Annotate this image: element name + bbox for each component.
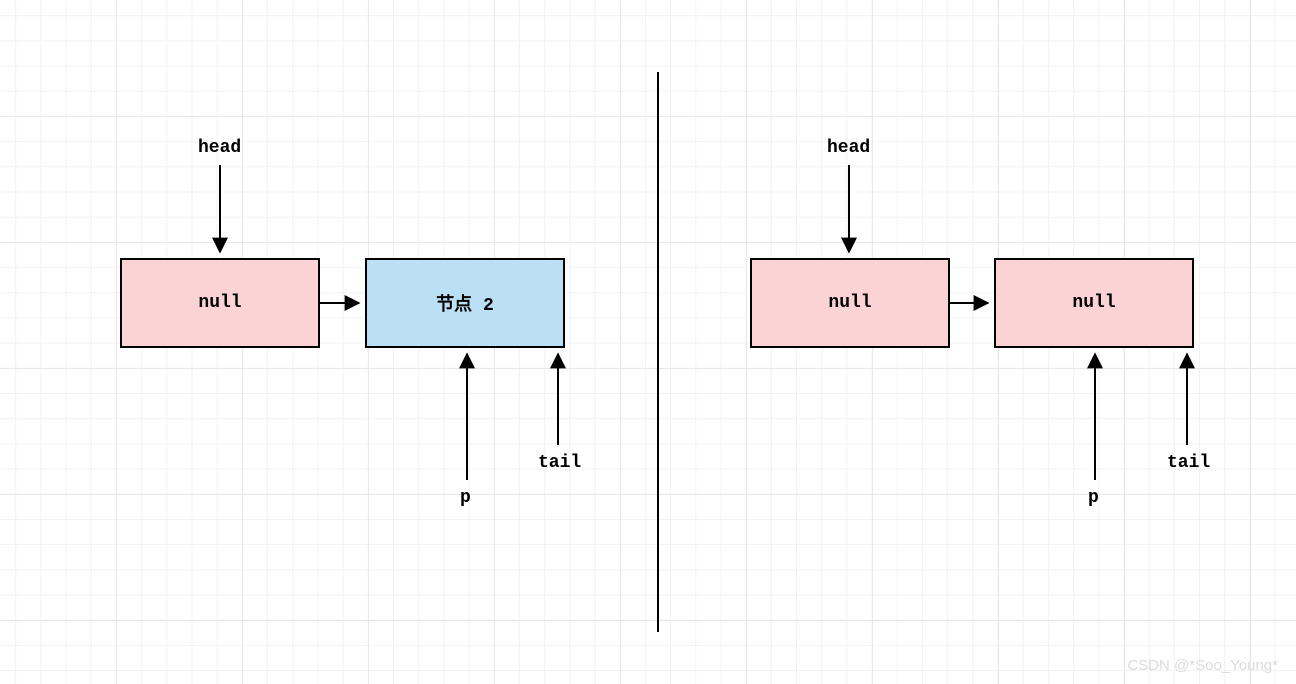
left-node-1: null <box>120 258 320 348</box>
right-tail-label: tail <box>1167 453 1210 473</box>
right-node-2-text: null <box>1072 293 1115 313</box>
right-p-label: p <box>1088 488 1099 508</box>
right-node-2: null <box>994 258 1194 348</box>
right-node-1-text: null <box>828 293 871 313</box>
left-node-2-text: 节点 2 <box>436 290 494 316</box>
right-node-1: null <box>750 258 950 348</box>
left-tail-label: tail <box>538 453 581 473</box>
left-node-2: 节点 2 <box>365 258 565 348</box>
left-p-label: p <box>460 488 471 508</box>
right-head-label: head <box>827 138 870 158</box>
left-node-1-text: null <box>198 293 241 313</box>
diagram-stage: head null 节点 2 p tail head null null p t… <box>0 0 1296 684</box>
watermark: CSDN @*Soo_Young* <box>1127 657 1278 674</box>
left-head-label: head <box>198 138 241 158</box>
